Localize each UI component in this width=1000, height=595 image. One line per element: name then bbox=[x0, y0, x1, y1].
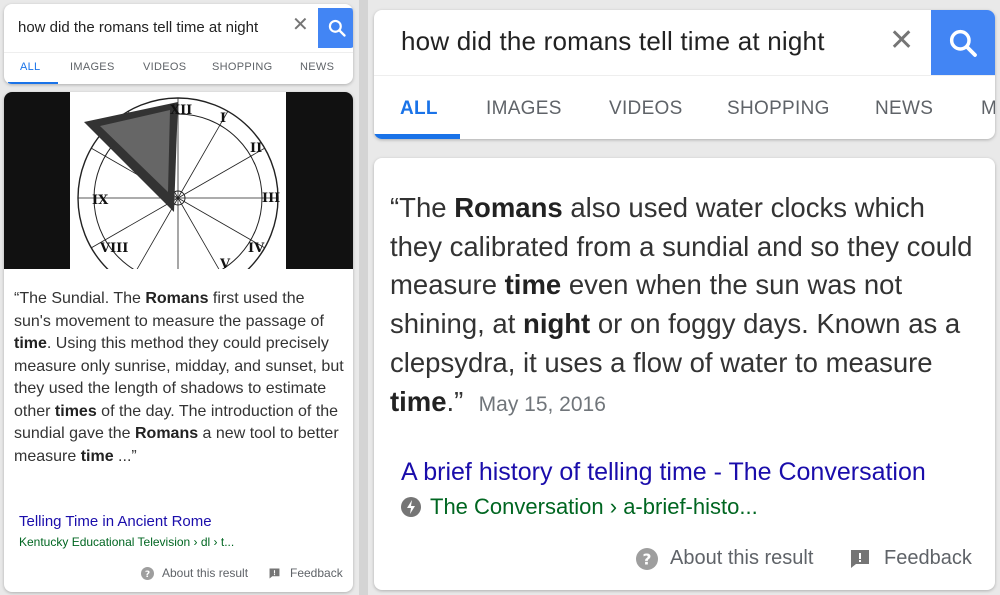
tab-videos[interactable]: VIDEOS bbox=[609, 98, 683, 120]
featured-snippet: “The Romans also used water clocks which… bbox=[390, 189, 980, 424]
svg-text:V: V bbox=[219, 257, 231, 269]
tab-shopping[interactable]: SHOPPING bbox=[212, 61, 272, 73]
about-label: About this result bbox=[670, 547, 814, 569]
right-search-card: how did the romans tell time at night ✕ … bbox=[374, 10, 995, 139]
tab-shopping[interactable]: SHOPPING bbox=[727, 98, 830, 120]
feedback-label: Feedback bbox=[884, 547, 972, 569]
snippet-text: “The Romans also used water clocks which… bbox=[390, 192, 973, 417]
left-result-card: XII I II III IV V IX VIII “The Sundial. … bbox=[4, 92, 353, 592]
svg-text:I: I bbox=[220, 111, 226, 126]
result-link[interactable]: Telling Time in Ancient Rome bbox=[19, 513, 212, 530]
svg-text:XII: XII bbox=[170, 103, 192, 118]
clear-icon[interactable]: ✕ bbox=[889, 26, 914, 56]
feedback-button[interactable]: Feedback bbox=[850, 547, 972, 570]
tab-images[interactable]: IMAGES bbox=[486, 98, 562, 120]
active-tab-indicator bbox=[374, 134, 460, 139]
tab-images[interactable]: IMAGES bbox=[70, 61, 115, 73]
sundial-icon: XII I II III IV V IX VIII bbox=[77, 97, 280, 299]
panel-divider bbox=[359, 0, 368, 595]
search-input[interactable]: how did the romans tell time at night bbox=[401, 26, 825, 57]
snippet-date: May 15, 2016 bbox=[478, 392, 606, 416]
search-button[interactable] bbox=[931, 10, 995, 75]
search-tabs: ALL IMAGES VIDEOS SHOPPING NEWS bbox=[4, 52, 353, 84]
about-label: About this result bbox=[162, 566, 249, 580]
help-icon: ? bbox=[636, 547, 658, 570]
search-button[interactable] bbox=[318, 8, 353, 48]
tab-news[interactable]: NEWS bbox=[875, 98, 933, 120]
feedback-button[interactable]: Feedback bbox=[269, 566, 343, 580]
source-label: The Conversation › a-brief-histo... bbox=[430, 494, 758, 519]
svg-text:VIII: VIII bbox=[99, 241, 128, 256]
result-link[interactable]: A brief history of telling time - The Co… bbox=[401, 458, 926, 487]
active-tab-indicator bbox=[8, 82, 58, 84]
svg-text:II: II bbox=[250, 141, 262, 156]
search-tabs: ALL IMAGES VIDEOS SHOPPING NEWS M bbox=[374, 75, 995, 139]
tab-news[interactable]: NEWS bbox=[300, 61, 334, 73]
svg-text:IX: IX bbox=[92, 193, 109, 208]
search-icon bbox=[328, 19, 346, 37]
about-result-button[interactable]: ? About this result bbox=[636, 547, 813, 570]
feedback-icon bbox=[269, 568, 280, 578]
svg-text:?: ? bbox=[643, 550, 652, 568]
tab-more[interactable]: M bbox=[981, 98, 995, 120]
tab-videos[interactable]: VIDEOS bbox=[143, 61, 186, 73]
tab-all[interactable]: ALL bbox=[20, 61, 40, 73]
svg-text:?: ? bbox=[145, 569, 150, 579]
left-search-card: how did the romans tell time at night ✕ … bbox=[4, 4, 353, 84]
result-image[interactable]: XII I II III IV V IX VIII bbox=[4, 92, 353, 299]
tab-all[interactable]: ALL bbox=[400, 98, 438, 120]
search-input[interactable]: how did the romans tell time at night bbox=[18, 19, 258, 36]
help-icon: ? bbox=[141, 566, 154, 580]
svg-text:IV: IV bbox=[248, 241, 265, 256]
search-icon bbox=[949, 29, 977, 57]
result-snippet: “The Sundial. The Romans first used the … bbox=[14, 290, 344, 465]
amp-lightning-icon bbox=[401, 497, 421, 517]
result-source: Kentucky Educational Television › dl › t… bbox=[19, 535, 235, 549]
clear-icon[interactable]: ✕ bbox=[292, 15, 309, 35]
result-source: The Conversation › a-brief-histo... bbox=[401, 494, 758, 520]
about-result-button[interactable]: ? About this result bbox=[141, 566, 248, 580]
right-result-card: “The Romans also used water clocks which… bbox=[374, 158, 995, 590]
feedback-icon bbox=[851, 549, 869, 568]
svg-text:III: III bbox=[262, 191, 280, 206]
feedback-label: Feedback bbox=[290, 566, 343, 580]
